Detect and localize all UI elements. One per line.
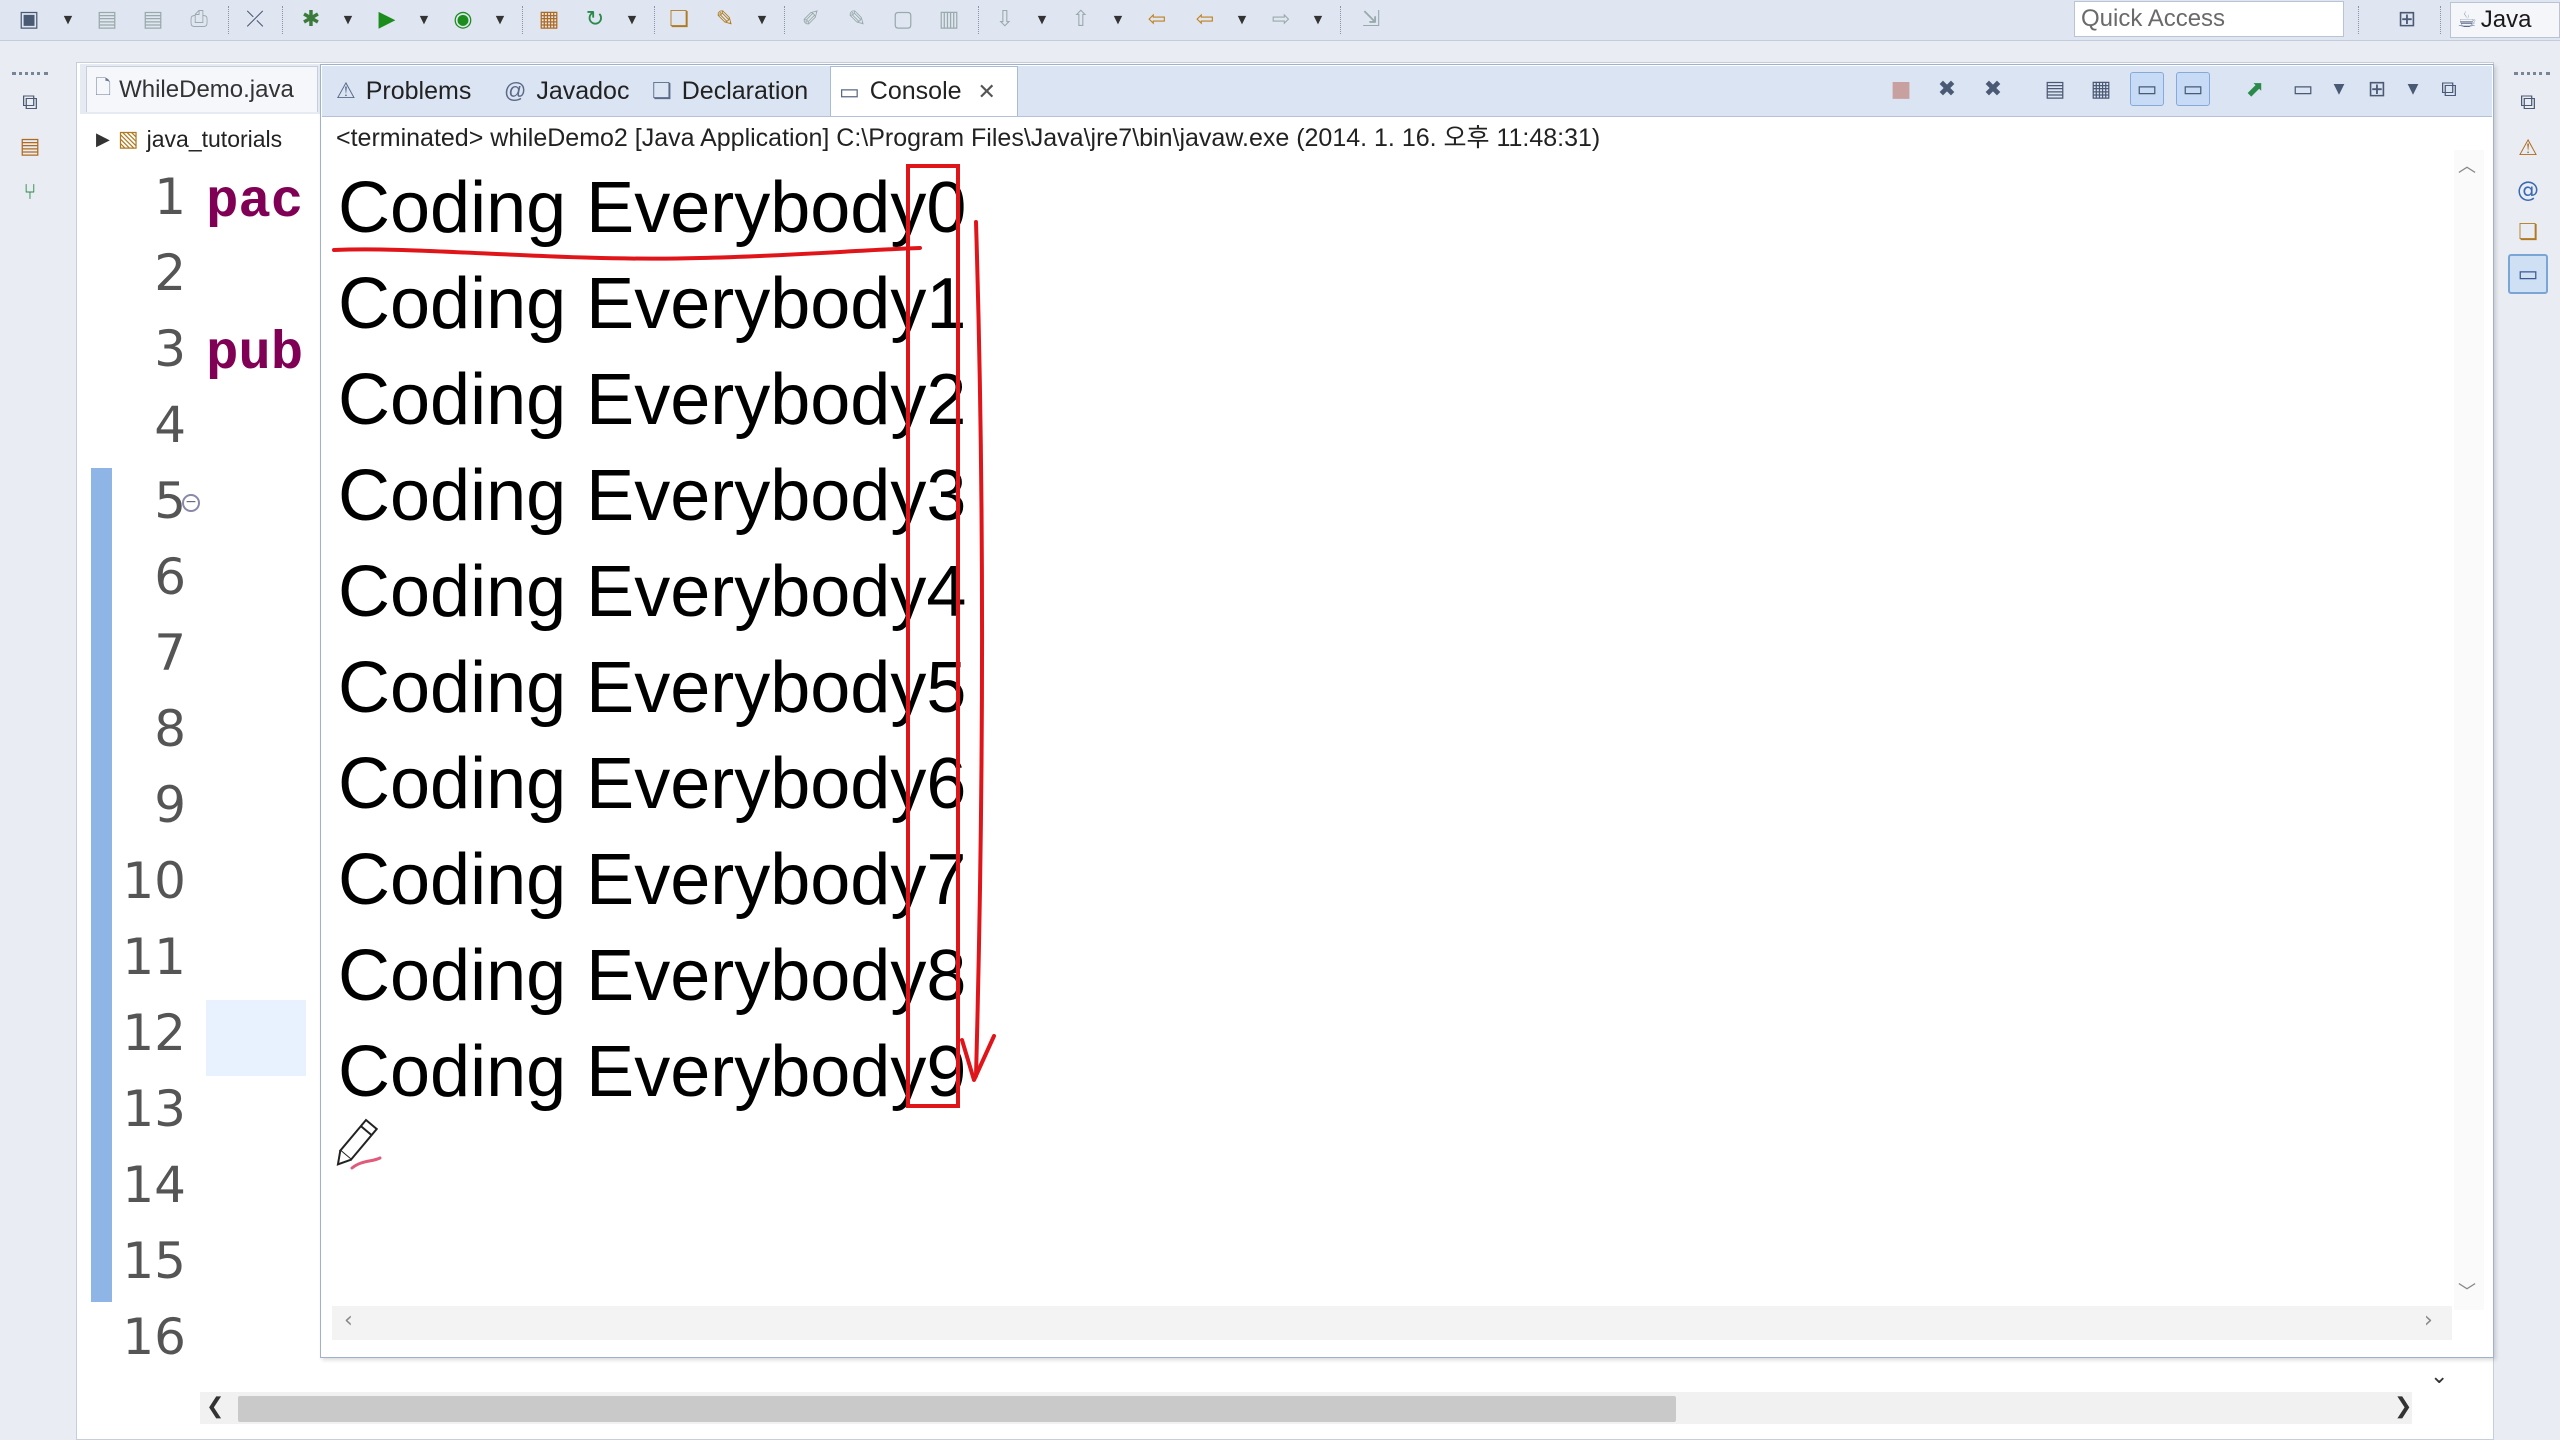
scroll-right-icon[interactable]: › <box>2424 1308 2433 1333</box>
digit-box-annotation <box>906 164 960 1108</box>
scroll-left-icon[interactable]: ‹ <box>344 1308 353 1333</box>
pen-annotation-overlay <box>332 164 996 1170</box>
underline-annotation <box>332 246 922 261</box>
scroll-down-icon[interactable]: ﹀ <box>2458 1278 2476 1304</box>
console-vertical-scrollbar[interactable] <box>2454 150 2484 1310</box>
pen-scribble-annotation <box>350 1156 382 1170</box>
console-horizontal-scrollbar[interactable] <box>332 1306 2452 1340</box>
down-arrow-annotation <box>974 220 985 1078</box>
scroll-up-icon[interactable]: ︿ <box>2458 152 2476 178</box>
